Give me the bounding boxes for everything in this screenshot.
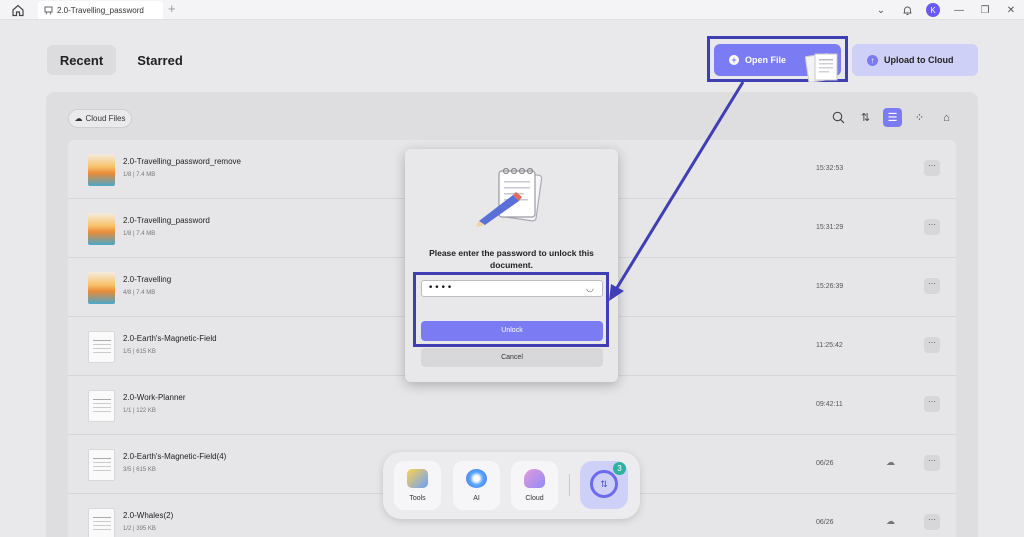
- more-options-button[interactable]: ···: [924, 396, 940, 412]
- file-time: 11:25:42: [816, 342, 843, 349]
- file-meta: 1/5 | 615 KB: [123, 349, 156, 355]
- avatar[interactable]: K: [926, 3, 940, 17]
- file-meta: 4/8 | 7.4 MB: [123, 290, 156, 296]
- dock-ai-label: AI: [473, 495, 480, 502]
- cloud-synced-icon: ☁: [886, 516, 895, 526]
- file-thumbnail: [88, 449, 115, 481]
- upload-label: Upload to Cloud: [884, 55, 954, 65]
- file-meta: 3/5 | 615 KB: [123, 467, 156, 473]
- minimize-icon[interactable]: —: [946, 0, 972, 20]
- tab-recent[interactable]: Recent: [47, 45, 116, 75]
- new-tab-button[interactable]: +: [168, 1, 176, 16]
- notepad-pencil-icon: [476, 167, 543, 227]
- title-bar: 2.0-Travelling_password + ⌄ K — ❐ ✕: [0, 0, 1024, 20]
- dock-tools-label: Tools: [409, 495, 426, 502]
- cancel-button[interactable]: Cancel: [421, 348, 603, 367]
- cloud-icon: ☁: [74, 114, 83, 123]
- list-view-icon[interactable]: ☰: [883, 108, 902, 127]
- file-name: 2.0-Whales(2): [123, 511, 174, 520]
- ai-icon: [466, 469, 487, 488]
- tab-starred[interactable]: Starred: [126, 45, 194, 75]
- file-name: 2.0-Earth's-Magnetic-Field(4): [123, 452, 227, 461]
- file-name: 2.0-Earth's-Magnetic-Field: [123, 334, 217, 343]
- file-meta: 1/1 | 122 KB: [123, 408, 156, 414]
- file-name: 2.0-Travelling_password_remove: [123, 157, 241, 166]
- tab-title: 2.0-Travelling_password: [57, 5, 144, 15]
- document-icon: [44, 6, 53, 15]
- file-meta: 1/2 | 395 KB: [123, 526, 156, 532]
- toolbox-icon[interactable]: ⌂: [937, 108, 956, 127]
- grid-view-icon[interactable]: ⁘: [910, 108, 929, 127]
- file-thumbnail: [88, 508, 115, 537]
- file-thumbnail: [88, 272, 115, 304]
- search-icon[interactable]: [829, 108, 848, 127]
- file-name: 2.0-Travelling_password: [123, 216, 210, 225]
- plus-circle-icon: +: [729, 55, 739, 65]
- view-toolbar: ⇅ ☰ ⁘ ⌂: [829, 108, 956, 127]
- upload-to-cloud-button[interactable]: ↑ Upload to Cloud: [852, 44, 978, 76]
- upload-arrow-icon: ↑: [867, 54, 878, 66]
- file-meta: 1/8 | 7.4 MB: [123, 172, 156, 178]
- bell-icon[interactable]: [894, 0, 920, 20]
- eye-hidden-icon[interactable]: ◡: [586, 283, 594, 294]
- file-time: 15:26:39: [816, 283, 844, 290]
- file-time: 06/26: [816, 460, 834, 467]
- dock-cloud-button[interactable]: Cloud: [511, 461, 558, 510]
- cloud-files-label: Cloud Files: [85, 114, 126, 123]
- file-time: 15:32:53: [816, 165, 844, 172]
- tools-icon: [407, 469, 428, 488]
- file-meta: 1/8 | 7.4 MB: [123, 231, 156, 237]
- cloud-icon: [524, 469, 545, 488]
- documents-illustration-icon: [805, 53, 838, 82]
- file-name: 2.0-Travelling: [123, 275, 172, 284]
- open-file-label: Open File: [745, 55, 787, 65]
- cloud-synced-icon: ☁: [886, 457, 895, 467]
- list-item[interactable]: 2.0-Work-Planner 1/1 | 122 KB 09:42:11 ·…: [68, 376, 956, 435]
- password-field[interactable]: ••••: [421, 280, 603, 297]
- chevron-down-icon[interactable]: ⌄: [868, 0, 894, 20]
- more-options-button[interactable]: ···: [924, 219, 940, 235]
- restore-icon[interactable]: ❐: [972, 0, 998, 20]
- file-time: 09:42:11: [816, 401, 843, 408]
- file-name: 2.0-Work-Planner: [123, 393, 186, 402]
- document-tab[interactable]: 2.0-Travelling_password: [38, 1, 163, 19]
- more-options-button[interactable]: ···: [924, 514, 940, 530]
- sync-count-badge: 3: [613, 462, 626, 475]
- cloud-files-button[interactable]: ☁ Cloud Files: [68, 109, 132, 128]
- file-time: 15:31:29: [816, 224, 844, 231]
- dialog-message: Please enter the password to unlock this…: [429, 248, 594, 270]
- file-thumbnail: [88, 154, 115, 186]
- more-options-button[interactable]: ···: [924, 278, 940, 294]
- file-thumbnail: [88, 213, 115, 245]
- dock-cloud-label: Cloud: [525, 495, 544, 502]
- more-options-button[interactable]: ···: [924, 455, 940, 471]
- sort-icon[interactable]: ⇅: [856, 108, 875, 127]
- home-icon[interactable]: [10, 2, 26, 18]
- sync-icon: ⇅: [590, 470, 618, 498]
- more-options-button[interactable]: ···: [924, 160, 940, 176]
- file-thumbnail: [88, 331, 115, 363]
- unlock-button[interactable]: Unlock: [421, 321, 603, 341]
- dock-ai-button[interactable]: AI: [453, 461, 500, 510]
- more-options-button[interactable]: ···: [924, 337, 940, 353]
- dock-tools-button[interactable]: Tools: [394, 461, 441, 510]
- close-icon[interactable]: ✕: [998, 0, 1024, 20]
- file-time: 06/26: [816, 519, 834, 526]
- dock-divider: [569, 474, 570, 496]
- file-thumbnail: [88, 390, 115, 422]
